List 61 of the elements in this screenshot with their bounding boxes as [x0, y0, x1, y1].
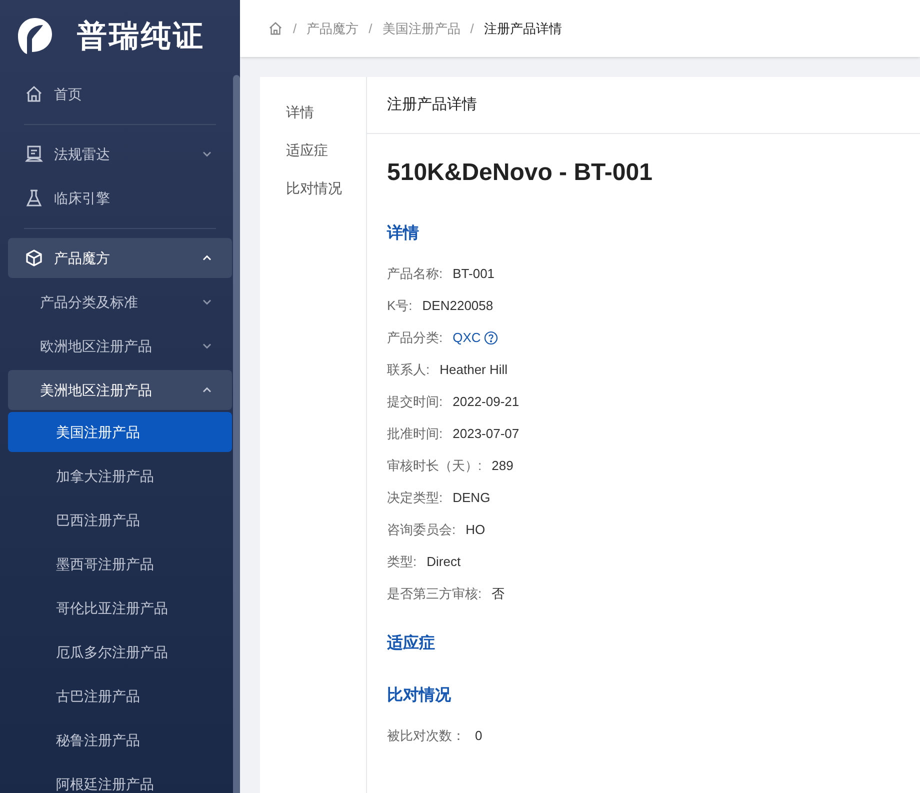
field-label: 类型:	[387, 553, 417, 571]
leaf-logo-icon	[17, 17, 53, 55]
monitor-icon	[25, 145, 43, 163]
breadcrumb-link[interactable]: 美国注册产品	[382, 18, 460, 38]
field-label: 提交时间:	[387, 393, 443, 411]
field-value: 0	[475, 727, 482, 745]
submenu-item[interactable]: 秘鲁注册产品	[8, 720, 232, 760]
logo-text: 普瑞纯证	[77, 18, 205, 54]
menu-item[interactable]: 首页	[8, 72, 232, 116]
anchor-link[interactable]: 比对情况	[286, 177, 366, 199]
field-label: 决定类型:	[387, 489, 443, 507]
section-heading: 比对情况	[387, 686, 452, 706]
anchor-link[interactable]: 适应症	[286, 139, 366, 161]
submenu-item[interactable]: 巴西注册产品	[8, 500, 232, 540]
home-icon[interactable]	[268, 21, 283, 36]
field-value: 2023-07-07	[452, 425, 520, 443]
field-label: 审核时长（天）:	[387, 457, 482, 475]
field-label: 产品名称:	[387, 265, 443, 283]
submenu-item[interactable]: 美洲地区注册产品	[8, 370, 232, 410]
field-value: 2022-09-21	[452, 393, 520, 411]
product-title: 510K&DeNovo - BT-001	[387, 158, 654, 188]
menu-item[interactable]: 产品魔方	[8, 238, 232, 278]
help-icon[interactable]	[484, 331, 498, 345]
field-value: BT-001	[452, 265, 495, 283]
section-heading: 详情	[387, 223, 420, 244]
field-value: Heather Hill	[440, 361, 508, 379]
field-label: 产品分类:	[387, 329, 443, 347]
anchor-link[interactable]: 详情	[286, 101, 366, 123]
field-label: K号:	[387, 297, 412, 315]
submenu-item[interactable]: 古巴注册产品	[8, 676, 232, 716]
breadcrumb-link[interactable]: 产品魔方	[306, 18, 359, 38]
submenu-item[interactable]: 美国注册产品	[8, 412, 232, 452]
field-label: 批准时间:	[387, 425, 443, 443]
breadcrumb-separator: /	[368, 20, 372, 38]
submenu-item[interactable]: 阿根廷注册产品	[8, 764, 232, 793]
submenu-item[interactable]: 加拿大注册产品	[8, 456, 232, 496]
field-label: 咨询委员会:	[387, 521, 456, 539]
field-link[interactable]: QXC	[452, 328, 481, 348]
submenu-item[interactable]: 哥伦比亚注册产品	[8, 588, 232, 628]
field-label: 联系人:	[387, 361, 430, 379]
field-value: 否	[492, 585, 505, 603]
breadcrumb-separator: /	[293, 20, 297, 38]
field-value: DENG	[452, 489, 490, 507]
field-value: 289	[492, 457, 514, 475]
field-value: Direct	[426, 553, 461, 571]
section-heading: 适应症	[387, 633, 436, 654]
submenu-item[interactable]: 厄瓜多尔注册产品	[8, 632, 232, 672]
field-label: 被比对次数：	[387, 727, 465, 745]
panel-title: 注册产品详情	[387, 94, 477, 115]
field-value: HO	[466, 521, 486, 539]
field-label: 是否第三方审核:	[387, 585, 482, 603]
submenu-item[interactable]: 墨西哥注册产品	[8, 544, 232, 584]
flask-icon	[25, 189, 43, 207]
cube-icon	[25, 249, 43, 267]
home-icon	[25, 85, 43, 103]
submenu-item[interactable]: 产品分类及标准	[8, 280, 232, 324]
field-value: DEN220058	[422, 297, 494, 315]
breadcrumb-separator: /	[470, 20, 474, 38]
submenu-item[interactable]: 欧洲地区注册产品	[8, 324, 232, 368]
menu-item[interactable]: 临床引擎	[8, 176, 232, 220]
menu-item[interactable]: 法规雷达	[8, 132, 232, 176]
